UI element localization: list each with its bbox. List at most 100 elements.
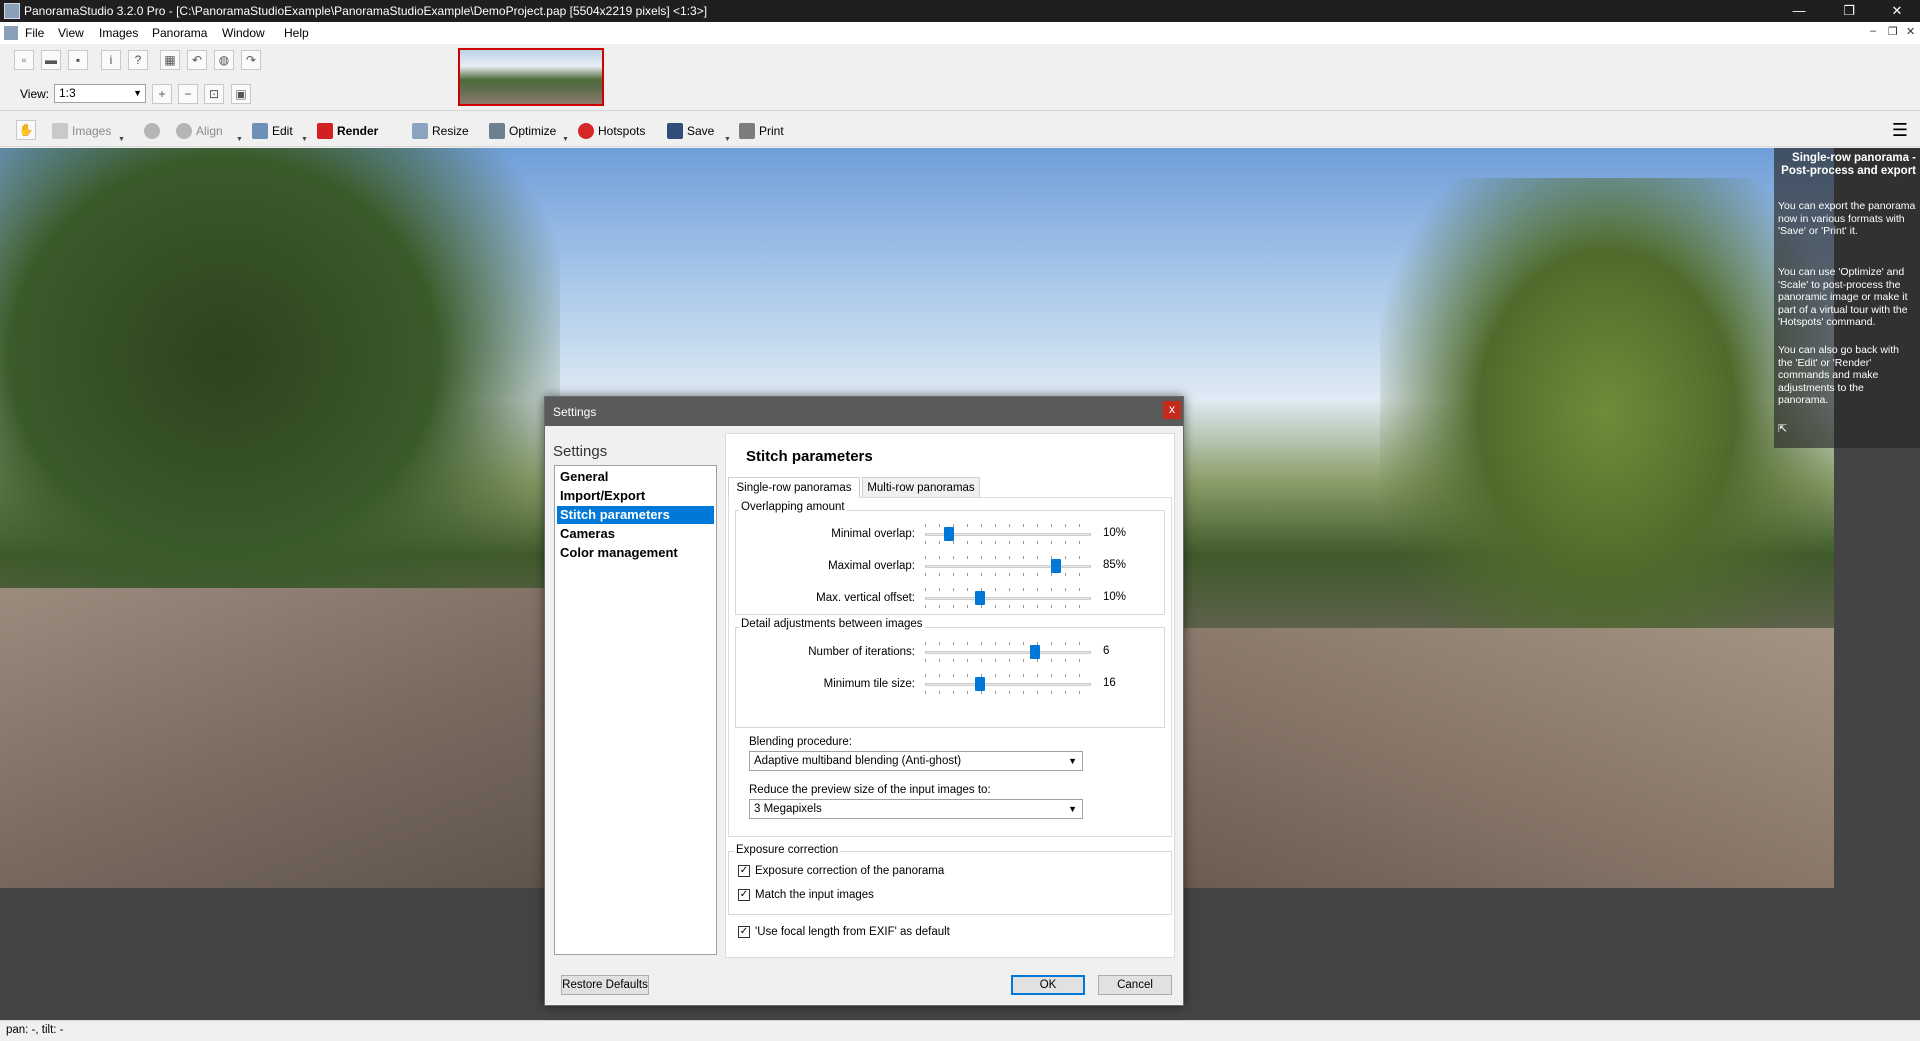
slider-ticks	[925, 691, 1091, 694]
toolbar-images-button[interactable]: Images	[52, 122, 111, 140]
toolbar-save-label: Save	[687, 124, 715, 138]
slider-thumb[interactable]	[975, 591, 985, 605]
info-panel-title: Single-row panorama - Post-process and e…	[1781, 152, 1916, 177]
panorama-thumbnail[interactable]	[458, 48, 604, 106]
tile-size-slider[interactable]	[925, 674, 1091, 694]
info-icon[interactable]: i	[101, 50, 121, 70]
blending-select[interactable]: Adaptive multiband blending (Anti-ghost)…	[749, 751, 1083, 771]
slider-thumb[interactable]	[1051, 559, 1061, 573]
help-icon[interactable]: ?	[128, 50, 148, 70]
save-file-icon[interactable]: ▪	[68, 50, 88, 70]
exposure-correction-checkbox[interactable]: ✓	[738, 865, 750, 877]
cobblestone-path-left	[0, 588, 560, 888]
chevron-down-icon: ▼	[133, 88, 142, 98]
cobblestone-path-right	[1180, 628, 1834, 888]
panel-title: Stitch parameters	[746, 448, 873, 465]
mdi-minimize-button[interactable]: –	[1870, 25, 1876, 37]
rotate-right-icon[interactable]: ↷	[241, 50, 261, 70]
hamburger-menu-icon[interactable]: ☰	[1892, 121, 1908, 139]
align-icon	[176, 123, 192, 139]
optimize-dropdown-icon[interactable]: ▼	[562, 136, 569, 143]
toolbar-images-label: Images	[72, 124, 112, 138]
dialog-title-bar[interactable]: Settings x	[545, 397, 1183, 426]
minimize-button[interactable]: —	[1776, 0, 1822, 22]
slider-thumb[interactable]	[1030, 645, 1040, 659]
vertical-offset-label: Max. vertical offset:	[816, 592, 915, 604]
nav-item-stitch-parameters[interactable]: Stitch parameters	[557, 506, 714, 524]
view-label: View:	[20, 87, 50, 101]
tab-multi-row[interactable]: Multi-row panoramas	[862, 477, 980, 498]
tile-size-label: Minimum tile size:	[823, 678, 915, 690]
status-text: pan: -, tilt: -	[6, 1024, 64, 1036]
toolbar-render-button[interactable]: Render	[317, 122, 378, 140]
cancel-button[interactable]: Cancel	[1098, 975, 1172, 995]
exposure-correction-checkbox-row[interactable]: ✓ Exposure correction of the panorama	[738, 865, 944, 877]
images-dropdown-icon[interactable]: ▼	[118, 136, 125, 143]
iterations-slider[interactable]	[925, 642, 1091, 662]
hand-tool-icon[interactable]: ✋	[16, 120, 36, 140]
match-images-checkbox-row[interactable]: ✓ Match the input images	[738, 889, 874, 901]
dialog-close-button[interactable]: x	[1163, 401, 1181, 419]
new-file-icon[interactable]: ▫	[14, 50, 34, 70]
tab-single-row[interactable]: Single-row panoramas	[728, 477, 860, 498]
preview-size-select[interactable]: 3 Megapixels ▼	[749, 799, 1083, 819]
nav-item-cameras[interactable]: Cameras	[557, 525, 714, 543]
maximal-overlap-slider[interactable]	[925, 556, 1091, 576]
close-window-button[interactable]: ✕	[1874, 0, 1920, 22]
menu-panorama[interactable]: Panorama	[152, 26, 207, 40]
save-dropdown-icon[interactable]: ▼	[724, 136, 731, 143]
open-folder-icon[interactable]: ▬	[41, 50, 61, 70]
fullscreen-icon[interactable]: ▣	[231, 84, 251, 104]
toolbar-save-button[interactable]: Save	[667, 122, 714, 140]
restore-defaults-button[interactable]: Restore Defaults	[561, 975, 649, 995]
pin-panel-icon[interactable]: ⇱	[1778, 422, 1787, 435]
tile-size-value: 16	[1103, 677, 1116, 689]
view-zoom-select[interactable]: 1:3 ▼	[54, 84, 146, 103]
globe-icon[interactable]: ◍	[214, 50, 234, 70]
vertical-offset-slider[interactable]	[925, 588, 1091, 608]
zoom-fit-icon[interactable]: ⊡	[204, 84, 224, 104]
window-title: PanoramaStudio 3.2.0 Pro - [C:\PanoramaS…	[24, 4, 708, 18]
slider-thumb[interactable]	[975, 677, 985, 691]
ok-button[interactable]: OK	[1011, 975, 1085, 995]
toolbar-hotspots-button[interactable]: Hotspots	[578, 122, 645, 140]
restore-button[interactable]: ❐	[1826, 0, 1872, 22]
focal-length-checkbox-row[interactable]: ✓ 'Use focal length from EXIF' as defaul…	[738, 926, 950, 938]
slider-ticks	[925, 541, 1091, 544]
align-dropdown-icon[interactable]: ▼	[236, 136, 243, 143]
menu-window[interactable]: Window	[222, 26, 265, 40]
menu-images[interactable]: Images	[99, 26, 138, 40]
mdi-close-button[interactable]: ✕	[1906, 25, 1915, 38]
zoom-in-icon[interactable]: +	[152, 84, 172, 104]
edit-dropdown-icon[interactable]: ▼	[301, 136, 308, 143]
crop-icon[interactable]: ▦	[160, 50, 180, 70]
document-icon	[4, 26, 18, 40]
toolbar-print-button[interactable]: Print	[739, 122, 784, 140]
match-images-checkbox[interactable]: ✓	[738, 889, 750, 901]
toolbar-align-button[interactable]: Align	[176, 122, 223, 140]
toolbar-optimize-button[interactable]: Optimize	[489, 122, 556, 140]
toolbar-align-icon-button[interactable]	[144, 122, 164, 140]
zoom-out-icon[interactable]: −	[178, 84, 198, 104]
iterations-label: Number of iterations:	[808, 646, 915, 658]
nav-item-import-export[interactable]: Import/Export	[557, 487, 714, 505]
toolbar-edit-button[interactable]: Edit	[252, 122, 293, 140]
minimal-overlap-slider[interactable]	[925, 524, 1091, 544]
focal-length-checkbox[interactable]: ✓	[738, 926, 750, 938]
slider-thumb[interactable]	[944, 527, 954, 541]
tree-foliage-right	[1380, 178, 1834, 698]
rotate-left-icon[interactable]: ↶	[187, 50, 207, 70]
menu-bar: File View Images Panorama Window Help – …	[0, 22, 1920, 45]
nav-item-color-management[interactable]: Color management	[557, 544, 714, 562]
overlap-group-label: Overlapping amount	[739, 501, 847, 513]
slider-track	[925, 597, 1091, 600]
slider-ticks	[925, 605, 1091, 608]
menu-help[interactable]: Help	[284, 26, 309, 40]
mdi-restore-button[interactable]: ❐	[1888, 25, 1898, 38]
toolbar-edit-label: Edit	[272, 124, 293, 138]
slider-track	[925, 683, 1091, 686]
toolbar-resize-button[interactable]: Resize	[412, 122, 469, 140]
nav-item-general[interactable]: General	[557, 468, 714, 486]
menu-view[interactable]: View	[58, 26, 84, 40]
menu-file[interactable]: File	[25, 26, 44, 40]
